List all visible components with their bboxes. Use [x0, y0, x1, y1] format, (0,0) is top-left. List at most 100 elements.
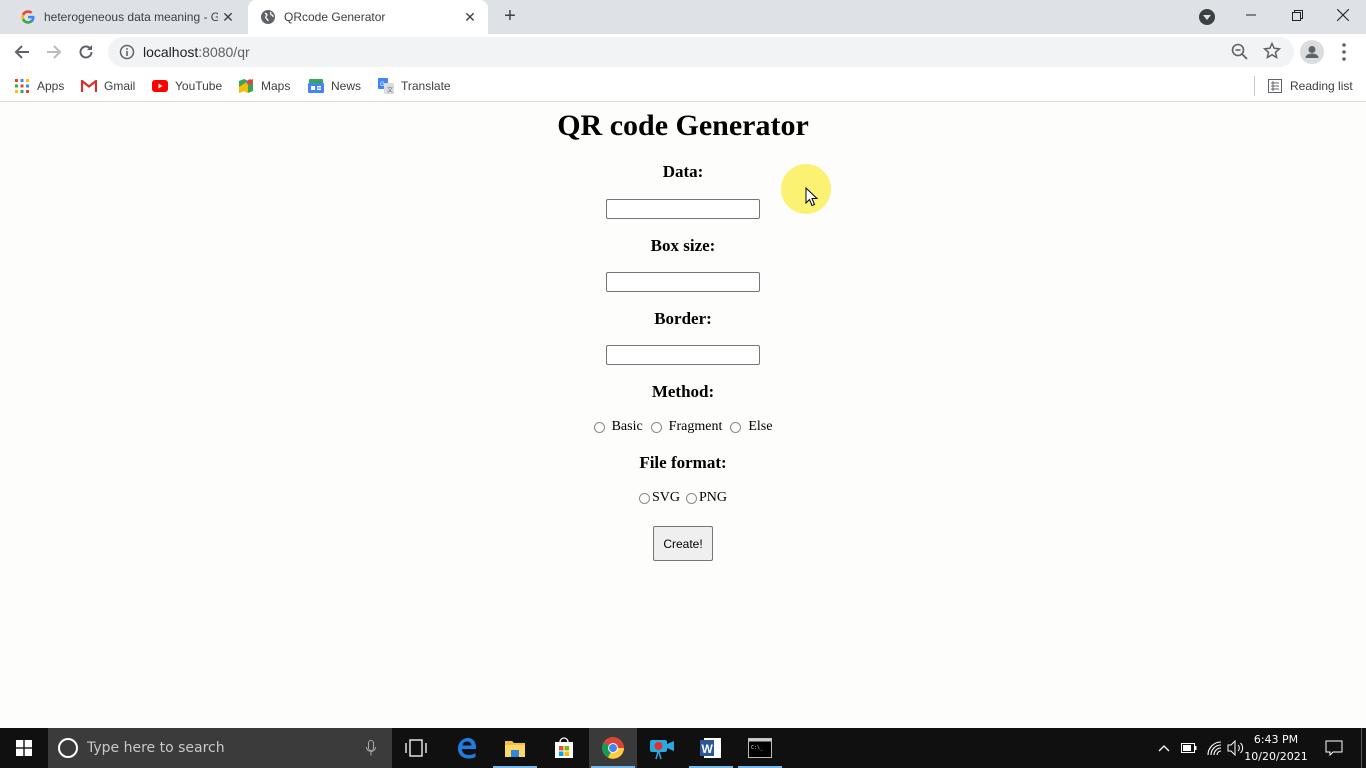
start-button[interactable]	[0, 728, 48, 768]
chrome-icon	[602, 737, 624, 759]
address-bar[interactable]: localhost:8080/qr	[108, 37, 1294, 67]
bookmarks-divider	[1254, 76, 1255, 96]
microphone-icon[interactable]	[366, 740, 376, 756]
format-png-label[interactable]: PNG	[699, 490, 727, 506]
new-tab-button[interactable]: +	[498, 4, 522, 28]
tab-strip: heterogeneous data meaning - Google Sear…	[0, 0, 1366, 34]
taskbar-chrome[interactable]	[589, 728, 637, 768]
browser-menu-icon[interactable]	[1336, 41, 1352, 63]
close-tab-icon[interactable]: ✕	[218, 9, 238, 26]
windows-logo-icon	[16, 740, 32, 756]
bookmark-label: YouTube	[175, 79, 223, 93]
translate-icon: G文	[378, 78, 394, 94]
forward-button[interactable]	[41, 39, 67, 65]
word-icon: W	[700, 738, 721, 758]
svg-text:文: 文	[387, 86, 393, 94]
taskbar-file-explorer[interactable]	[491, 728, 539, 768]
network-status[interactable]	[1203, 728, 1225, 768]
notification-icon	[1325, 740, 1343, 756]
bookmark-youtube[interactable]: YouTube	[152, 76, 222, 96]
format-svg-radio[interactable]	[638, 492, 650, 504]
data-label: Data:	[662, 162, 704, 181]
bookmark-star-icon[interactable]	[1262, 41, 1282, 65]
tab-google-search[interactable]: heterogeneous data meaning - Google Sear…	[8, 0, 246, 34]
tab-title: heterogeneous data meaning - Google Sear…	[44, 10, 218, 24]
task-view-button[interactable]	[392, 728, 440, 768]
minimize-button[interactable]	[1228, 0, 1274, 30]
taskbar-edge[interactable]	[443, 728, 491, 768]
show-hidden-icons-button[interactable]	[1154, 728, 1174, 768]
command-prompt-icon: C:\_	[748, 738, 772, 758]
mouse-pointer-icon	[805, 186, 819, 212]
show-desktop-button[interactable]	[1361, 728, 1366, 768]
method-fragment-label[interactable]: Fragment	[669, 419, 723, 435]
profile-avatar[interactable]	[1300, 40, 1324, 64]
bookmark-translate[interactable]: G文 Translate	[378, 76, 451, 96]
file-format-radio-group: SVG PNG	[0, 490, 1366, 506]
maps-icon	[238, 78, 254, 94]
battery-status[interactable]	[1178, 728, 1200, 768]
method-radio-group: Basic Fragment Else	[0, 419, 1366, 435]
tab-title: QRcode Generator	[284, 10, 386, 24]
apps-grid-icon	[14, 78, 30, 94]
border-label: Border:	[654, 309, 712, 328]
globe-icon	[260, 9, 276, 25]
folder-icon	[505, 741, 525, 757]
back-button[interactable]	[9, 39, 35, 65]
svg-text:G: G	[380, 82, 385, 88]
bookmark-gmail[interactable]: Gmail	[81, 76, 135, 96]
zoom-icon[interactable]	[1231, 43, 1249, 66]
data-input[interactable]	[606, 199, 760, 219]
clock-time: 6:43 PM	[1253, 733, 1299, 746]
taskbar-terminal[interactable]: C:\_	[736, 728, 784, 768]
create-button[interactable]: Create!	[653, 526, 713, 561]
browser-toolbar: localhost:8080/qr	[0, 34, 1366, 70]
cortana-icon	[58, 738, 78, 758]
format-png-radio[interactable]	[686, 492, 697, 504]
task-view-icon	[405, 739, 427, 757]
tab-search-icon[interactable]	[1199, 9, 1215, 25]
bookmark-news[interactable]: News	[308, 76, 361, 96]
border-input[interactable]	[606, 345, 760, 365]
gmail-icon	[81, 78, 97, 94]
taskbar-word[interactable]: W	[687, 728, 735, 768]
url-host: localhost	[143, 44, 199, 60]
close-tab-icon[interactable]: ✕	[460, 9, 480, 26]
restore-button[interactable]	[1274, 0, 1320, 30]
wifi-icon	[1207, 741, 1222, 756]
method-basic-radio[interactable]	[593, 421, 605, 433]
bookmarks-bar: Apps Gmail YouTube Maps News G文 Translat…	[0, 70, 1366, 102]
svg-text:C:\_: C:\_	[751, 745, 764, 751]
reload-button[interactable]	[73, 39, 99, 65]
svg-text:W: W	[702, 742, 714, 756]
page-title: QR code Generator	[557, 109, 809, 142]
bookmark-maps[interactable]: Maps	[238, 76, 290, 96]
box-size-input[interactable]	[606, 272, 760, 292]
system-clock[interactable]: 6:43 PM 10/20/2021	[1240, 731, 1312, 765]
bookmark-label: Maps	[261, 79, 291, 93]
battery-icon	[1181, 743, 1197, 753]
bookmark-apps[interactable]: Apps	[14, 76, 64, 96]
site-info-icon[interactable]	[119, 44, 135, 60]
taskbar-search-box[interactable]: Type here to search	[48, 728, 392, 768]
method-fragment-radio[interactable]	[650, 421, 662, 433]
bookmark-label: Gmail	[104, 79, 136, 93]
method-else-label[interactable]: Else	[748, 419, 772, 435]
action-center-button[interactable]	[1320, 728, 1348, 768]
page-content: QR code Generator Data: Box size: Border…	[0, 103, 1366, 727]
format-svg-label[interactable]: SVG	[652, 490, 680, 506]
tab-qrcode-generator[interactable]: QRcode Generator ✕	[248, 0, 488, 34]
url-path: :8080/qr	[198, 44, 250, 60]
news-icon	[308, 78, 324, 94]
bookmark-label: Translate	[401, 79, 451, 93]
method-else-radio[interactable]	[730, 421, 742, 433]
taskbar-store[interactable]	[540, 728, 588, 768]
file-format-label: File format:	[639, 453, 727, 472]
method-basic-label[interactable]: Basic	[612, 419, 643, 435]
edge-icon	[458, 738, 476, 759]
taskbar-camera[interactable]	[638, 728, 686, 768]
store-icon	[555, 737, 573, 758]
close-window-button[interactable]	[1320, 0, 1366, 30]
reading-list-button[interactable]: Reading list	[1267, 76, 1353, 96]
camera-recorder-icon	[650, 740, 674, 760]
